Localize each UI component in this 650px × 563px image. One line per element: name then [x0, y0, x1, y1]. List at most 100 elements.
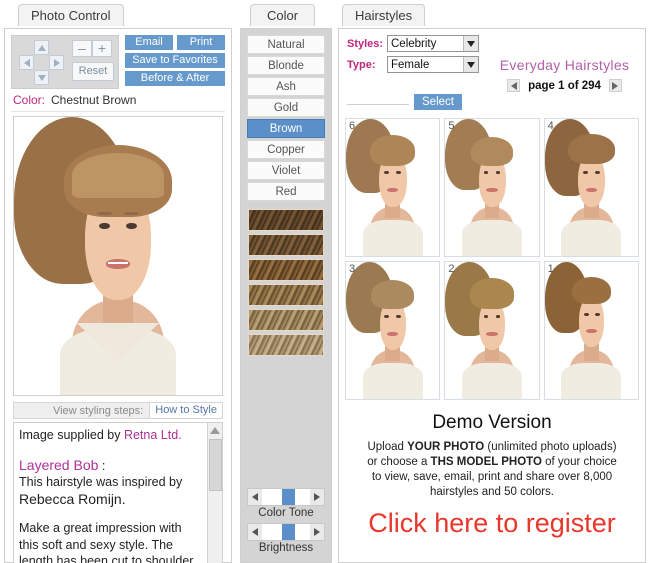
pan-down-button[interactable]	[34, 70, 49, 85]
type-row: Type: Female	[347, 56, 484, 73]
color-item-gold[interactable]: Gold	[247, 98, 325, 117]
pan-up-button[interactable]	[34, 40, 49, 55]
demo-line1-c: (unlimited photo uploads)	[484, 441, 617, 453]
demo-heading: Demo Version	[432, 412, 552, 433]
color-item-blonde[interactable]: Blonde	[247, 56, 325, 75]
thumbnail-number: 2	[448, 263, 455, 275]
style-name-suffix: :	[98, 458, 106, 473]
hairstyle-app: Photo Control – + Reset Email Print Save…	[0, 0, 650, 563]
arrow-left-icon	[252, 493, 258, 501]
demo-version-block: Demo Version Upload YOUR PHOTO (unlimite…	[339, 400, 645, 539]
thumbnail-number: 3	[349, 263, 356, 275]
credit-source: Retna Ltd.	[123, 428, 182, 442]
thumbnail-6[interactable]: 6	[345, 118, 441, 257]
tab-photo-control[interactable]: Photo Control	[18, 4, 124, 26]
demo-line1-a: Upload	[367, 441, 408, 453]
color-item-copper[interactable]: Copper	[247, 140, 325, 159]
color-item-violet[interactable]: Violet	[247, 161, 325, 180]
styling-steps-label: View styling steps:	[52, 404, 144, 417]
description-scrollbar[interactable]	[207, 423, 222, 563]
color-tone-knob[interactable]	[282, 489, 296, 505]
before-after-button[interactable]: Before & After	[125, 71, 225, 86]
select-button[interactable]: Select	[414, 94, 462, 110]
thumbnail-number: 1	[547, 263, 554, 275]
brightness-decrease[interactable]	[248, 524, 262, 540]
scroll-up-button[interactable]	[208, 423, 222, 438]
divider	[347, 104, 409, 105]
email-button[interactable]: Email	[125, 35, 173, 50]
swatch-2[interactable]	[248, 234, 324, 256]
brightness-track[interactable]	[262, 524, 310, 540]
color-item-natural[interactable]: Natural	[247, 35, 325, 54]
arrow-right-icon	[53, 58, 60, 67]
thumbnail-number: 4	[547, 120, 554, 132]
reset-button[interactable]: Reset	[72, 62, 114, 81]
pan-left-button[interactable]	[19, 55, 34, 70]
photo-control-toolbar: – + Reset Email Print Save to Favorites B…	[5, 29, 231, 91]
next-page-button[interactable]	[608, 79, 622, 92]
thumbnail-3[interactable]: 3	[345, 261, 441, 400]
styles-select[interactable]: Celebrity	[387, 35, 479, 52]
demo-line2-a: or choose a	[367, 456, 431, 468]
print-button[interactable]: Print	[177, 35, 225, 50]
hairstyles-tabstrip: Hairstyles	[338, 4, 646, 28]
prev-page-button[interactable]	[507, 79, 521, 92]
swatch-6[interactable]	[248, 334, 324, 356]
main-photo[interactable]	[13, 116, 223, 396]
credit-prefix: Image supplied by	[19, 428, 124, 442]
scrollbar-thumb[interactable]	[209, 439, 222, 491]
demo-paragraph: Upload YOUR PHOTO (unlimited photo uploa…	[339, 440, 645, 500]
credit-line: Image supplied by Retna Ltd.	[19, 427, 200, 444]
pan-right-button[interactable]	[49, 55, 64, 70]
thumb-portrait	[445, 119, 538, 256]
color-item-brown[interactable]: Brown	[247, 119, 325, 138]
brightness-knob[interactable]	[282, 524, 296, 540]
current-color-row: Color: Chestnut Brown	[5, 91, 231, 111]
how-to-style-button[interactable]: How to Style	[149, 403, 222, 418]
photo-control-panel: Photo Control – + Reset Email Print Save…	[4, 4, 232, 563]
color-item-ash[interactable]: Ash	[247, 77, 325, 96]
type-select[interactable]: Female	[387, 56, 479, 73]
current-color-value: Chestnut Brown	[51, 93, 137, 107]
zoom-in-button[interactable]: +	[92, 40, 112, 57]
thumbnail-1[interactable]: 1	[543, 261, 639, 400]
hairstyle-thumbnail-grid: 6 5 4 3 2 1	[345, 118, 639, 400]
color-tone-slider-block: Color Tone	[247, 488, 325, 519]
register-link[interactable]: Click here to register	[339, 508, 645, 539]
color-tone-slider[interactable]	[247, 488, 325, 506]
tab-hairstyles[interactable]: Hairstyles	[342, 4, 426, 26]
arrow-up-icon	[37, 44, 46, 51]
color-tone-track[interactable]	[262, 489, 310, 505]
save-to-favorites-button[interactable]: Save to Favorites	[125, 53, 225, 68]
arrow-left-icon	[23, 58, 30, 67]
color-tone-increase[interactable]	[310, 489, 324, 505]
thumbnail-5[interactable]: 5	[444, 118, 540, 257]
swatch-3[interactable]	[248, 259, 324, 281]
color-panel: Color Natural Blonde Ash Gold Brown Copp…	[240, 4, 332, 563]
brightness-slider-block: Brightness	[247, 523, 325, 554]
color-tone-decrease[interactable]	[248, 489, 262, 505]
demo-line4: hairstyles and 50 colors.	[429, 486, 554, 498]
styles-row: Styles: Celebrity	[347, 35, 484, 52]
zoom-out-button[interactable]: –	[72, 40, 92, 57]
color-item-red[interactable]: Red	[247, 182, 325, 201]
swatch-1[interactable]	[248, 209, 324, 231]
demo-your-photo: YOUR PHOTO	[407, 441, 485, 453]
swatch-4[interactable]	[248, 284, 324, 306]
brightness-increase[interactable]	[310, 524, 324, 540]
arrow-right-icon	[314, 493, 320, 501]
zoom-group: – +	[72, 40, 112, 58]
thumbnail-2[interactable]: 2	[444, 261, 540, 400]
tab-color[interactable]: Color	[250, 4, 316, 26]
demo-ths-model-photo: THS MODEL PHOTO	[430, 456, 542, 468]
brightness-slider[interactable]	[247, 523, 325, 541]
swatch-5[interactable]	[248, 309, 324, 331]
chevron-down-icon[interactable]	[463, 57, 478, 72]
thumbnail-4[interactable]: 4	[543, 118, 639, 257]
thumbnail-number: 6	[349, 120, 356, 132]
description-text: Image supplied by Retna Ltd. Layered Bob…	[14, 423, 222, 563]
arrow-left-icon	[252, 528, 258, 536]
chevron-down-icon[interactable]	[463, 36, 478, 51]
